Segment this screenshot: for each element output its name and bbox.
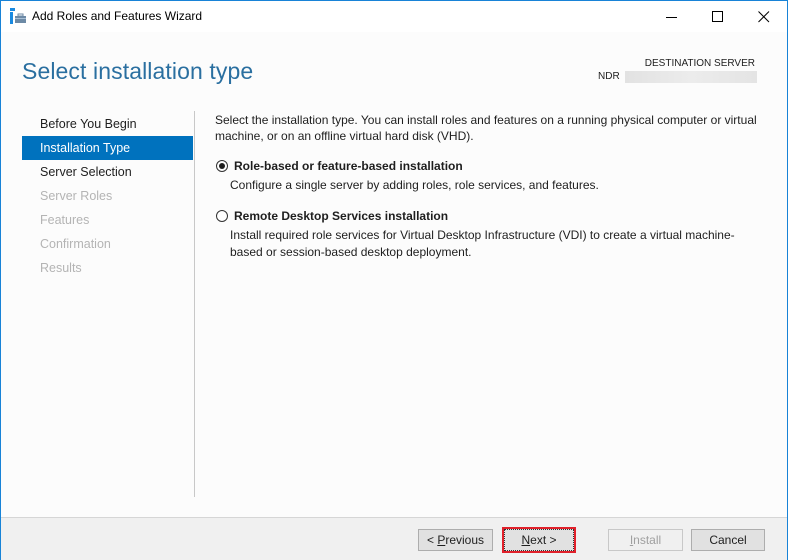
nav-step-installation-type[interactable]: Installation Type: [22, 136, 193, 160]
nav-step-server-roles: Server Roles: [40, 189, 113, 203]
cancel-button[interactable]: Cancel: [691, 529, 765, 551]
option-remote-desktop-label[interactable]: Remote Desktop Services installation: [234, 208, 765, 224]
previous-button[interactable]: < Previous: [418, 529, 493, 551]
close-button[interactable]: [741, 1, 787, 32]
server-manager-icon: [10, 8, 26, 24]
minimize-button[interactable]: [649, 1, 695, 32]
content-panel: Select the installation type. You can in…: [215, 112, 765, 261]
sidebar-divider: [194, 111, 195, 497]
next-button[interactable]: Next >: [502, 527, 576, 553]
install-button: Install: [608, 529, 683, 551]
next-label-rest: ext >: [530, 533, 557, 547]
next-accelerator: N: [521, 533, 531, 547]
nav-step-features: Features: [40, 213, 90, 227]
radio-role-based[interactable]: [216, 160, 228, 172]
install-label-rest: nstall: [633, 533, 662, 547]
close-icon: [758, 10, 770, 22]
option-remote-desktop-description: Install required role services for Virtu…: [230, 228, 735, 259]
nav-step-before-you-begin[interactable]: Before You Begin: [22, 112, 193, 136]
intro-text: Select the installation type. You can in…: [215, 113, 757, 143]
maximize-button[interactable]: [695, 1, 741, 32]
previous-prefix: <: [426, 533, 438, 547]
maximize-icon: [712, 10, 723, 22]
window-title: Add Roles and Features Wizard: [32, 9, 203, 23]
nav-step-results: Results: [40, 261, 82, 275]
wizard-steps-nav: Before You Begin Installation Type Serve…: [22, 112, 193, 280]
page-title: Select installation type: [22, 58, 254, 84]
option-role-based-description: Configure a single server by adding role…: [230, 178, 599, 192]
nav-step-server-selection[interactable]: Server Selection: [22, 160, 193, 184]
title-bar[interactable]: Add Roles and Features Wizard: [1, 1, 787, 32]
previous-label-rest: revious: [445, 533, 485, 547]
nav-step-confirmation: Confirmation: [40, 237, 111, 251]
destination-server-name: NDR: [598, 71, 620, 82]
wizard-window: Add Roles and Features Wizard Select ins…: [0, 0, 788, 560]
radio-remote-desktop[interactable]: [216, 210, 228, 222]
option-role-based[interactable]: Role-based or feature-based installation…: [215, 158, 765, 194]
option-role-based-label[interactable]: Role-based or feature-based installation: [234, 158, 765, 174]
button-bar: < Previous Next > Install Cancel: [1, 517, 787, 560]
destination-server-label: DESTINATION SERVER: [644, 58, 755, 69]
option-remote-desktop[interactable]: Remote Desktop Services installation Ins…: [215, 208, 765, 261]
redacted-server-name: [625, 71, 757, 83]
previous-accelerator: P: [437, 533, 446, 547]
minimize-icon: [666, 16, 677, 18]
